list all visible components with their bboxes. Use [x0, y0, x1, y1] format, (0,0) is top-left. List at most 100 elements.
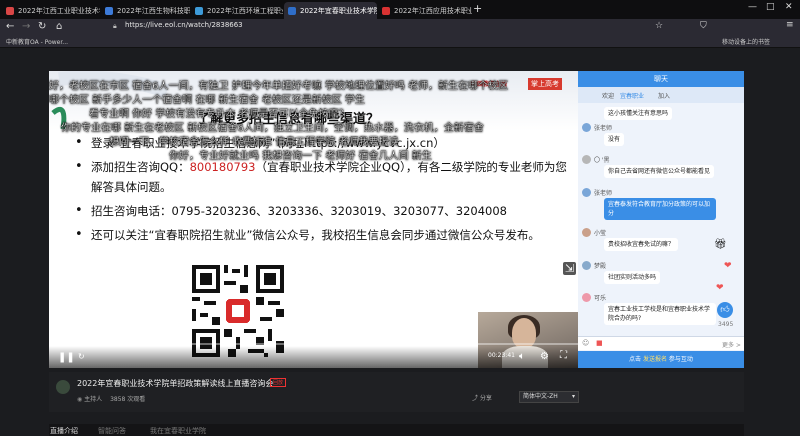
language-value: 简体中文-ZH: [523, 393, 558, 400]
browser-tab[interactable]: 2022年江西应用技术职业学院单...: [378, 2, 472, 19]
chat-message-text: 宜春泰发符合教育厅加分政策的可以加分: [604, 198, 716, 220]
welcome-action: 加入: [658, 93, 671, 100]
bullet-website: 登录“宜春职业技术学院招生信息网”（网址https://www.ycvc.jx.…: [71, 133, 571, 153]
close-tab-icon[interactable]: ×: [366, 6, 373, 15]
chat-message-text: 贵校招收宜春免试的嘛？: [604, 238, 679, 251]
chat-header: 聊天: [578, 71, 744, 87]
qq-number: 800180793: [189, 160, 256, 174]
tab-favicon-icon: [6, 6, 14, 15]
avatar: [582, 228, 591, 237]
bookmarks-bar: [0, 36, 800, 48]
slide-title: 了解更多招生信息有哪些渠道？: [197, 112, 380, 127]
forward-icon[interactable]: →: [22, 21, 30, 32]
replay-badge: 回放: [270, 378, 287, 387]
chat-input-bar[interactable]: ☺ ■ 更多 >: [578, 336, 744, 350]
language-select[interactable]: 简体中文-ZH ▾: [519, 391, 579, 403]
more-button[interactable]: 更多 >: [722, 340, 741, 349]
chat-footer[interactable]: 点击 发送报名 参与互动: [578, 351, 744, 368]
tab-favicon-icon: [382, 6, 390, 15]
reload-icon[interactable]: ↻: [38, 21, 46, 32]
user-icon: ◉: [77, 396, 83, 403]
pause-icon[interactable]: ❚❚: [58, 352, 75, 363]
avatar: [582, 293, 591, 302]
tab-title: 2022年江西环境工程职业学院单...: [207, 6, 283, 15]
chat-welcome-bar: 欢迎 宜春职业 加入: [578, 87, 744, 103]
chat-panel: 聊天 欢迎 宜春职业 加入 这小孩懂关注有意思吗 张老师 没有 〇 '黑 你自己…: [578, 71, 744, 368]
signup-link[interactable]: 发送报名: [643, 356, 667, 363]
tab-favicon-icon: [195, 6, 203, 15]
refresh-icon[interactable]: ↻: [78, 352, 85, 361]
heart-icon: ❤: [724, 261, 732, 271]
gaokao-logo: 掌上高考: [528, 78, 562, 90]
chat-username: 可乐: [594, 295, 607, 302]
fullscreen-icon[interactable]: ⛶: [560, 350, 567, 361]
browser-tab-bar: 2022年江西工业职业技术学院单... 2022年江西生物科技职业学院单... …: [0, 0, 800, 19]
bookmark-star-icon[interactable]: ☆: [655, 21, 663, 31]
chat-username: 小莹: [594, 230, 607, 237]
stream-title: 2022年宜春职业技术学院单招政策解读线上直播咨询会: [77, 379, 274, 388]
avatar: [582, 123, 591, 132]
menu-icon[interactable]: ≡: [786, 20, 794, 30]
close-window-icon[interactable]: ✕: [785, 2, 793, 12]
footer-prefix: 点击: [629, 356, 642, 363]
video-progress-bar[interactable]: [49, 343, 578, 345]
bookmark-item[interactable]: 中新教育OA - Power...: [6, 37, 68, 46]
welcome-text: 欢迎: [602, 93, 615, 100]
avatar: [582, 261, 591, 270]
avatar: [582, 155, 591, 164]
browser-tab-active[interactable]: 2022年宜春职业技术学院单招政... ×: [284, 2, 377, 19]
home-icon[interactable]: ⌂: [56, 21, 62, 32]
school-logo: [56, 380, 70, 394]
welcome-name: 宜春职业: [620, 93, 645, 100]
address-bar[interactable]: https://live.eol.cn/watch/2838663: [125, 21, 243, 29]
tab-title: 2022年江西生物科技职业学院单...: [117, 6, 190, 15]
chat-username: 〇 '黑: [594, 157, 610, 164]
mobile-bookmarks[interactable]: 移动设备上的书签: [722, 37, 770, 46]
back-icon[interactable]: ←: [6, 21, 14, 32]
minimize-icon[interactable]: —: [748, 2, 757, 12]
slide-decoration-icon: [51, 71, 169, 130]
shield-icon[interactable]: ⛉: [700, 21, 707, 31]
video-time: 00:23:41: [488, 352, 515, 359]
stream-host-views: ◉ 主持人 3858 次观看: [77, 394, 145, 403]
share-label: 分享: [479, 395, 492, 402]
chat-message-text: 这小孩懂关注有意思吗: [604, 107, 673, 120]
tab-intro[interactable]: 直播介绍: [50, 426, 78, 436]
browser-tab[interactable]: 2022年江西环境工程职业学院单...: [191, 2, 283, 19]
maximize-icon[interactable]: □: [766, 2, 775, 12]
slide-bullet-list: 登录“宜春职业技术学院招生信息网”（网址https://www.ycvc.jx.…: [71, 133, 571, 249]
share-button[interactable]: ⤴ 分享: [472, 393, 492, 402]
volume-icon[interactable]: 🔈︎: [519, 351, 525, 362]
tab-school[interactable]: 我在宜春职业学院: [150, 426, 206, 436]
chat-message-text: 没有: [604, 133, 625, 146]
tab-qa[interactable]: 智能问答: [98, 426, 126, 436]
new-tab-button[interactable]: +: [473, 2, 482, 15]
tab-favicon-icon: [288, 6, 296, 15]
bullet-qq: 添加招生咨询QQ：800180793（宜春职业技术学院企业QQ），有各二级学院的…: [71, 157, 571, 197]
eol-logo: 中国教育在线: [471, 81, 508, 88]
heart-icon: ❤: [716, 283, 724, 293]
emoji-icon[interactable]: ☺: [582, 339, 589, 347]
footer-suffix: 参与互动: [668, 356, 693, 363]
chat-message-text: 宜春工业技工学校是和宜春职业技术学院合办的吗?: [604, 303, 716, 325]
tab-title: 2022年江西应用技术职业学院单...: [394, 6, 472, 15]
avatar: [582, 188, 591, 197]
tab-favicon-icon: [105, 6, 113, 15]
bullet-phone: 招生咨询电话：0795-3203236、3203336、3203019、3203…: [71, 201, 571, 221]
chat-message-text: 社团实则活动多吗: [604, 271, 661, 284]
bullet-wechat: 还可以关注“宜春职院招生就业”微信公众号，我校招生信息会同步通过微信公众号发布。: [71, 225, 571, 245]
browser-tab[interactable]: 2022年江西生物科技职业学院单...: [101, 2, 190, 19]
like-button[interactable]: 👍︎: [717, 302, 733, 318]
gift-box-icon[interactable]: ■: [596, 339, 603, 347]
chat-username: 张老师: [594, 190, 613, 197]
gift-icon[interactable]: 🎁︎: [714, 239, 727, 250]
browser-tab[interactable]: 2022年江西工业职业技术学院单...: [2, 2, 100, 19]
picture-in-picture-icon[interactable]: ⇲: [563, 262, 577, 275]
bullet-qq-prefix: 添加招生咨询QQ：: [91, 160, 190, 174]
chevron-down-icon: ▾: [571, 393, 575, 400]
chat-username: 张老师: [594, 125, 613, 132]
chat-message-text: 你自己去省网还有微信公众号都能看见: [604, 165, 715, 178]
settings-gear-icon[interactable]: ⚙︎: [540, 351, 549, 362]
tab-title: 2022年江西工业职业技术学院单...: [18, 6, 100, 15]
views-count: 3858 次观看: [110, 396, 146, 403]
